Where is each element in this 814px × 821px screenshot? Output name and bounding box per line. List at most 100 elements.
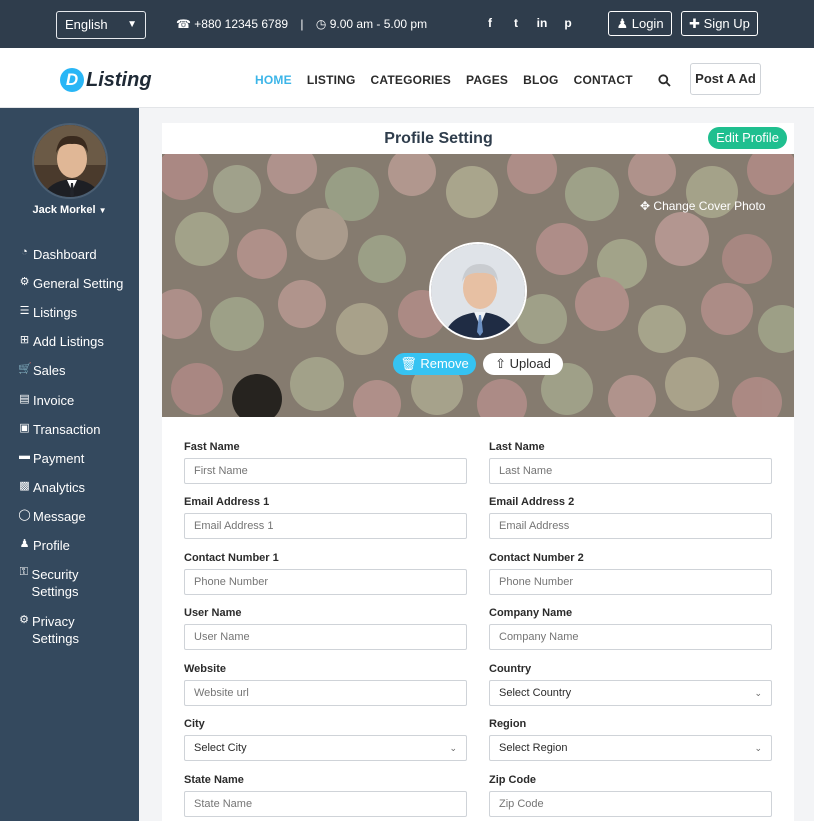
company-input[interactable] [489,624,772,650]
twitter-icon[interactable]: t [510,16,522,30]
chevron-down-icon: ▼ [127,19,137,30]
email-2-input[interactable] [489,513,772,539]
comment-icon: ◯ [18,509,31,521]
login-button[interactable]: ♟ Login [608,11,672,36]
pinterest-icon[interactable]: p [562,16,574,30]
sidebar-item-label: Dashboard [33,247,97,262]
last-name-input[interactable] [489,458,772,484]
money-icon: ▣ [19,422,30,434]
website-input[interactable] [184,680,467,706]
sidebar-item-dashboard[interactable]: ◔ Dashboard [18,246,97,263]
nav-categories[interactable]: CATEGORIES [371,73,451,87]
contact-info: ☎ +880 12345 6789 | ◷ 9.00 am - 5.00 pm [176,17,427,31]
sidebar-item-add-listings[interactable]: ⊞ Add Listings [18,333,104,350]
login-label: Login [631,16,664,31]
page-title: Profile Setting [384,130,493,147]
state-input[interactable] [184,791,467,817]
contact-1-label: Contact Number 1 [184,552,279,564]
sidebar-item-label: Transaction [33,422,101,437]
cover-photo: ✥ Change Cover Photo 🗑 Remove ⇧ Upload [162,154,794,417]
remove-photo-button[interactable]: 🗑 Remove [393,353,476,375]
list-icon: ☰ [19,305,30,317]
sidebar-item-transaction[interactable]: ▣ Transaction [18,421,100,438]
zip-input[interactable] [489,791,772,817]
sidebar-item-label: Message [33,509,86,524]
contact-2-input[interactable] [489,569,772,595]
business-hours: 9.00 am - 5.00 pm [329,17,428,31]
username-input[interactable] [184,624,467,650]
avatar[interactable] [32,123,108,199]
profile-photo [429,242,527,340]
caret-down-icon: ▼ [98,206,107,215]
sidebar-item-label: Privacy Settings [32,614,79,646]
plus-square-icon: ⊞ [19,334,30,346]
dashboard-sidebar: Jack Morkel ▼ ◔ Dashboard ⚙ General Sett… [0,108,139,821]
zip-label: Zip Code [489,774,537,786]
contact-2-label: Contact Number 2 [489,552,584,564]
chevron-down-icon: ⌄ [754,743,762,753]
user-name: Jack Morkel [32,204,96,216]
sidebar-item-payment[interactable]: ▬ Payment [18,450,84,467]
gear-icon: ⚙ [19,614,29,626]
site-logo[interactable]: D Listing [60,68,152,92]
search-icon[interactable] [658,74,671,87]
sidebar-item-invoice[interactable]: ▤ Invoice [18,392,74,409]
bar-chart-icon: ▩ [19,480,30,492]
change-cover-button[interactable]: ✥ Change Cover Photo [640,199,765,213]
sidebar-item-label: Security Settings [31,567,79,599]
city-label: City [184,718,205,730]
country-value: Select Country [499,687,572,699]
email-1-input[interactable] [184,513,467,539]
clock-icon: ◷ [315,17,327,31]
plus-icon: ✚ [689,16,701,31]
company-label: Company Name [489,607,573,619]
move-icon: ✥ [640,199,651,213]
dashboard-icon: ◔ [21,246,28,258]
signup-button[interactable]: ✚ Sign Up [681,11,758,36]
nav-contact[interactable]: CONTACT [574,73,633,87]
main-nav: HOME LISTING CATEGORIES PAGES BLOG CONTA… [255,73,648,87]
state-label: State Name [184,774,244,786]
sidebar-item-label: General Setting [33,276,124,291]
post-ad-button[interactable]: Post A Ad [690,63,761,95]
phone-number: +880 12345 6789 [194,17,289,31]
first-name-input[interactable] [184,458,467,484]
sidebar-item-listings[interactable]: ☰ Listings [18,304,78,321]
username-label: User Name [184,607,242,619]
nav-home[interactable]: HOME [255,73,292,87]
upload-photo-button[interactable]: ⇧ Upload [483,353,563,375]
sidebar-item-security-settings[interactable]: ⚿ Security Settings [18,566,118,600]
sidebar-item-label: Sales [33,363,66,378]
sidebar-item-privacy-settings[interactable]: ⚙ Privacy Settings [18,613,118,647]
facebook-icon[interactable]: f [484,16,496,30]
city-select[interactable]: Select City ⌄ [184,735,467,761]
nav-listing[interactable]: LISTING [307,73,356,87]
language-select[interactable]: English ▼ [56,11,146,39]
linkedin-icon[interactable]: in [536,16,548,30]
social-links: f t in p [484,16,574,30]
top-bar: English ▼ ☎ +880 12345 6789 | ◷ 9.00 am … [0,0,814,48]
logo-text: Listing [86,68,152,91]
credit-card-icon: ▬ [19,450,30,462]
sidebar-item-profile[interactable]: ♟ Profile [18,537,70,554]
sidebar-item-message[interactable]: ◯ Message [18,508,86,525]
file-icon: ▤ [19,393,30,405]
last-name-label: Last Name [489,441,545,453]
sidebar-item-general-setting[interactable]: ⚙ General Setting [18,275,124,292]
region-label: Region [489,718,527,730]
edit-profile-button[interactable]: Edit Profile [708,127,787,149]
user-menu[interactable]: Jack Morkel ▼ [0,204,139,216]
country-select[interactable]: Select Country ⌄ [489,680,772,706]
sidebar-item-analytics[interactable]: ▩ Analytics [18,479,85,496]
sidebar-item-label: Payment [33,451,85,466]
contact-1-input[interactable] [184,569,467,595]
sidebar-item-label: Analytics [33,480,86,495]
region-value: Select Region [499,742,568,754]
city-value: Select City [194,742,247,754]
region-select[interactable]: Select Region ⌄ [489,735,772,761]
website-label: Website [184,663,226,675]
nav-blog[interactable]: BLOG [523,73,558,87]
nav-pages[interactable]: PAGES [466,73,508,87]
sidebar-item-sales[interactable]: 🛒 Sales [18,362,66,379]
upload-label: Upload [509,356,551,371]
